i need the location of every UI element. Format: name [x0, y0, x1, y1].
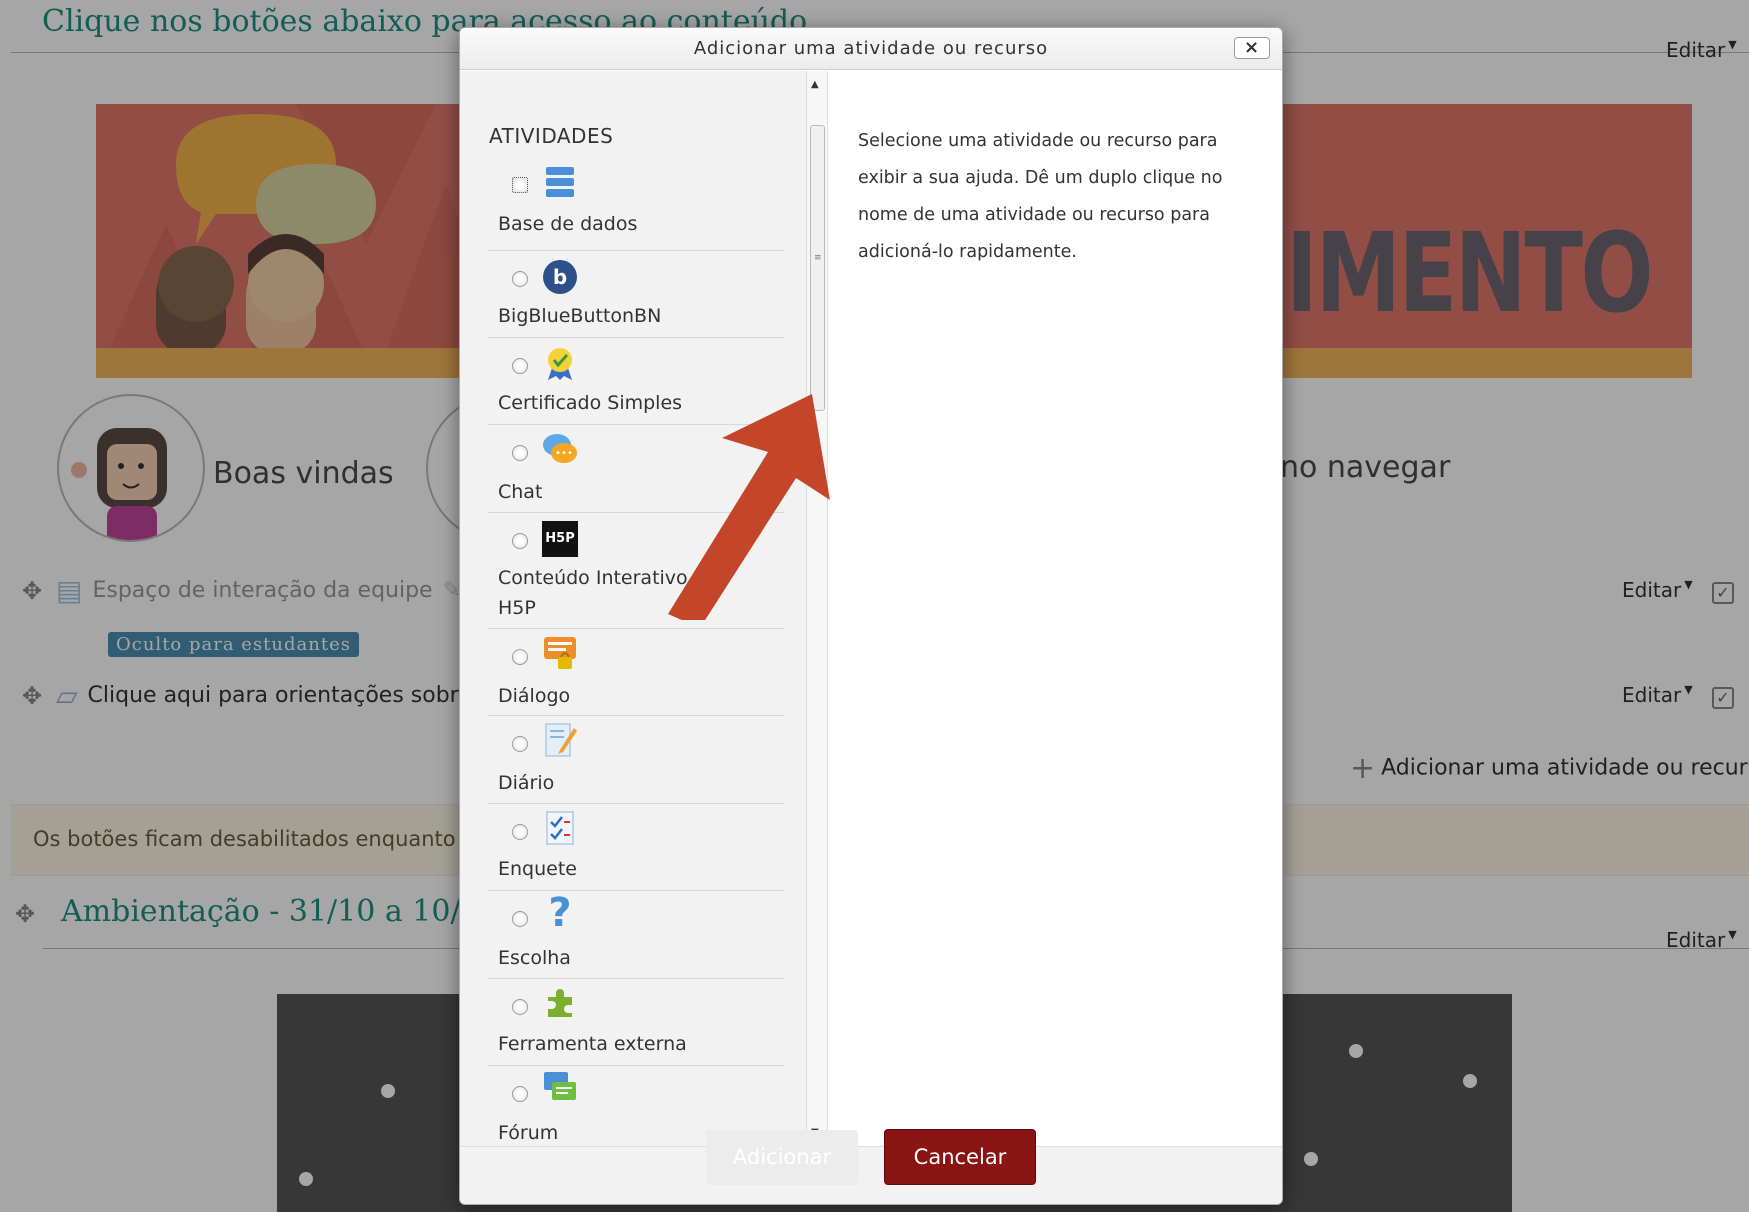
option-radio[interactable] — [512, 271, 528, 287]
option-label[interactable]: Diário — [498, 768, 554, 798]
bigbluebutton-icon: b — [543, 260, 577, 294]
option-radio[interactable] — [512, 533, 528, 549]
option-radio[interactable] — [512, 1086, 528, 1102]
list-heading: ATIVIDADES — [489, 124, 614, 148]
scroll-up-arrow-icon[interactable]: ▲ — [811, 79, 819, 90]
option-label[interactable]: Certificado Simples — [498, 388, 682, 418]
option-radio[interactable] — [512, 649, 528, 665]
certificate-icon — [548, 348, 572, 380]
question-icon: ? — [548, 890, 572, 936]
option-label[interactable]: BigBlueButtonBN — [498, 301, 661, 331]
help-text: Selecione uma atividade ou recurso para … — [858, 131, 1223, 262]
option-radio[interactable] — [512, 824, 528, 840]
add-button[interactable]: Adicionar — [706, 1130, 858, 1185]
grip-icon: ≡ — [814, 253, 822, 263]
option-label[interactable]: Base de dados — [498, 209, 637, 239]
option-radio[interactable] — [512, 177, 528, 193]
cancel-button[interactable]: Cancelar — [884, 1129, 1036, 1185]
h5p-icon: H5P — [542, 521, 578, 557]
activity-option-dialogue[interactable]: Diálogo — [488, 629, 784, 716]
option-label[interactable]: Fórum — [498, 1118, 558, 1146]
puzzle-icon — [548, 989, 572, 1017]
option-label[interactable]: Ferramenta externa — [498, 1029, 687, 1059]
help-pane: Selecione uma atividade ou recurso para … — [829, 71, 1282, 1146]
activity-option-external-tool[interactable]: Ferramenta externa — [488, 979, 784, 1066]
option-radio[interactable] — [512, 736, 528, 752]
activity-option-choice[interactable]: ? Escolha — [488, 891, 784, 979]
activity-option-database[interactable]: Base de dados — [488, 163, 784, 251]
option-radio[interactable] — [512, 911, 528, 927]
database-icon — [546, 167, 574, 197]
option-radio[interactable] — [512, 358, 528, 374]
option-label[interactable]: Escolha — [498, 943, 571, 973]
option-radio[interactable] — [512, 445, 528, 461]
activity-option-survey[interactable]: Enquete — [488, 804, 784, 891]
forum-icon — [544, 1072, 576, 1100]
option-label[interactable]: Enquete — [498, 854, 577, 884]
survey-icon — [546, 811, 574, 845]
activity-option-bigbluebutton[interactable]: b BigBlueButtonBN — [488, 251, 784, 338]
dialog-footer — [460, 1146, 1282, 1204]
close-button[interactable]: × — [1234, 37, 1270, 59]
option-radio[interactable] — [512, 999, 528, 1015]
option-label-line2[interactable]: H5P — [498, 593, 536, 623]
dialog-title: Adicionar uma atividade ou recurso — [693, 38, 1049, 59]
scrollbar-thumb[interactable]: ≡ — [810, 125, 825, 411]
dialogue-icon — [544, 637, 576, 669]
annotation-arrow — [668, 394, 830, 620]
arrow-shape — [668, 394, 830, 620]
svg-text:•••: ••• — [555, 448, 573, 459]
option-label[interactable]: Diálogo — [498, 681, 570, 711]
activity-option-journal[interactable]: Diário — [488, 716, 784, 804]
journal-icon — [545, 723, 577, 757]
svg-text:b: b — [553, 265, 567, 289]
chat-icon: ••• — [543, 434, 577, 463]
dialog-header: Adicionar uma atividade ou recurso × — [460, 28, 1282, 70]
option-label[interactable]: Chat — [498, 477, 542, 507]
add-activity-dialog: Adicionar uma atividade ou recurso × ATI… — [459, 27, 1283, 1205]
